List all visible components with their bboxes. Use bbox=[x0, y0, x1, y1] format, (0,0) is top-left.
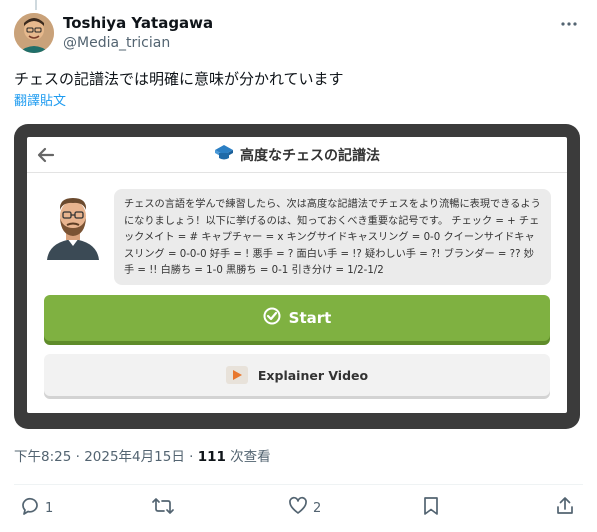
like-button[interactable]: 2 bbox=[288, 496, 321, 520]
translate-link[interactable]: 翻譯貼文 bbox=[14, 93, 66, 111]
view-count: 111 bbox=[197, 449, 226, 465]
author-block: Toshiya Yatagawa @Media_trician bbox=[63, 13, 213, 53]
lesson-panel: 高度なチェスの記譜法 チェスの言語を学んで練習したら、次は高度な記譜法でチェスを… bbox=[27, 137, 567, 413]
check-circle-icon bbox=[263, 307, 281, 329]
views-label: 次查看 bbox=[225, 449, 271, 465]
tweet-meta: 下午8:25 · 2025年4月15日 · 111 次查看 bbox=[14, 447, 271, 467]
reply-count: 1 bbox=[45, 500, 54, 516]
start-label: Start bbox=[288, 309, 332, 327]
more-icon[interactable] bbox=[559, 14, 579, 34]
panel-header: 高度なチェスの記譜法 bbox=[27, 137, 567, 173]
video-label: Explainer Video bbox=[257, 367, 369, 383]
author-handle[interactable]: @Media_trician bbox=[63, 33, 213, 53]
share-icon bbox=[555, 496, 575, 520]
thread-line bbox=[35, 0, 37, 10]
media-card[interactable]: 高度なチェスの記譜法 チェスの言語を学んで練習したら、次は高度な記譜法でチェスを… bbox=[14, 124, 580, 429]
avatar[interactable] bbox=[14, 13, 54, 53]
mortarboard-icon bbox=[214, 144, 234, 166]
start-button[interactable]: Start bbox=[44, 295, 550, 341]
divider bbox=[14, 484, 583, 485]
like-icon bbox=[288, 496, 308, 520]
bookmark-button[interactable] bbox=[422, 496, 440, 520]
coach-avatar bbox=[45, 192, 101, 260]
retweet-button[interactable] bbox=[152, 496, 174, 520]
like-count: 2 bbox=[313, 500, 322, 516]
reply-button[interactable]: 1 bbox=[20, 496, 53, 520]
tweet-text: チェスの記譜法では明確に意味が分かれています bbox=[14, 70, 344, 88]
author-name[interactable]: Toshiya Yatagawa bbox=[63, 13, 213, 33]
play-icon bbox=[225, 366, 248, 384]
share-button[interactable] bbox=[555, 496, 575, 520]
reply-icon bbox=[20, 496, 40, 520]
explainer-video-button[interactable]: Explainer Video bbox=[44, 354, 550, 396]
lesson-title: 高度なチェスの記譜法 bbox=[240, 148, 380, 164]
bookmark-icon bbox=[422, 496, 440, 520]
explanation-bubble: チェスの言語を学んで練習したら、次は高度な記譜法でチェスをより流暢に表現できるよ… bbox=[114, 189, 551, 285]
timestamp[interactable]: 下午8:25 · 2025年4月15日 · bbox=[14, 449, 198, 465]
retweet-icon bbox=[152, 496, 174, 520]
action-bar: 1 2 bbox=[0, 496, 597, 522]
